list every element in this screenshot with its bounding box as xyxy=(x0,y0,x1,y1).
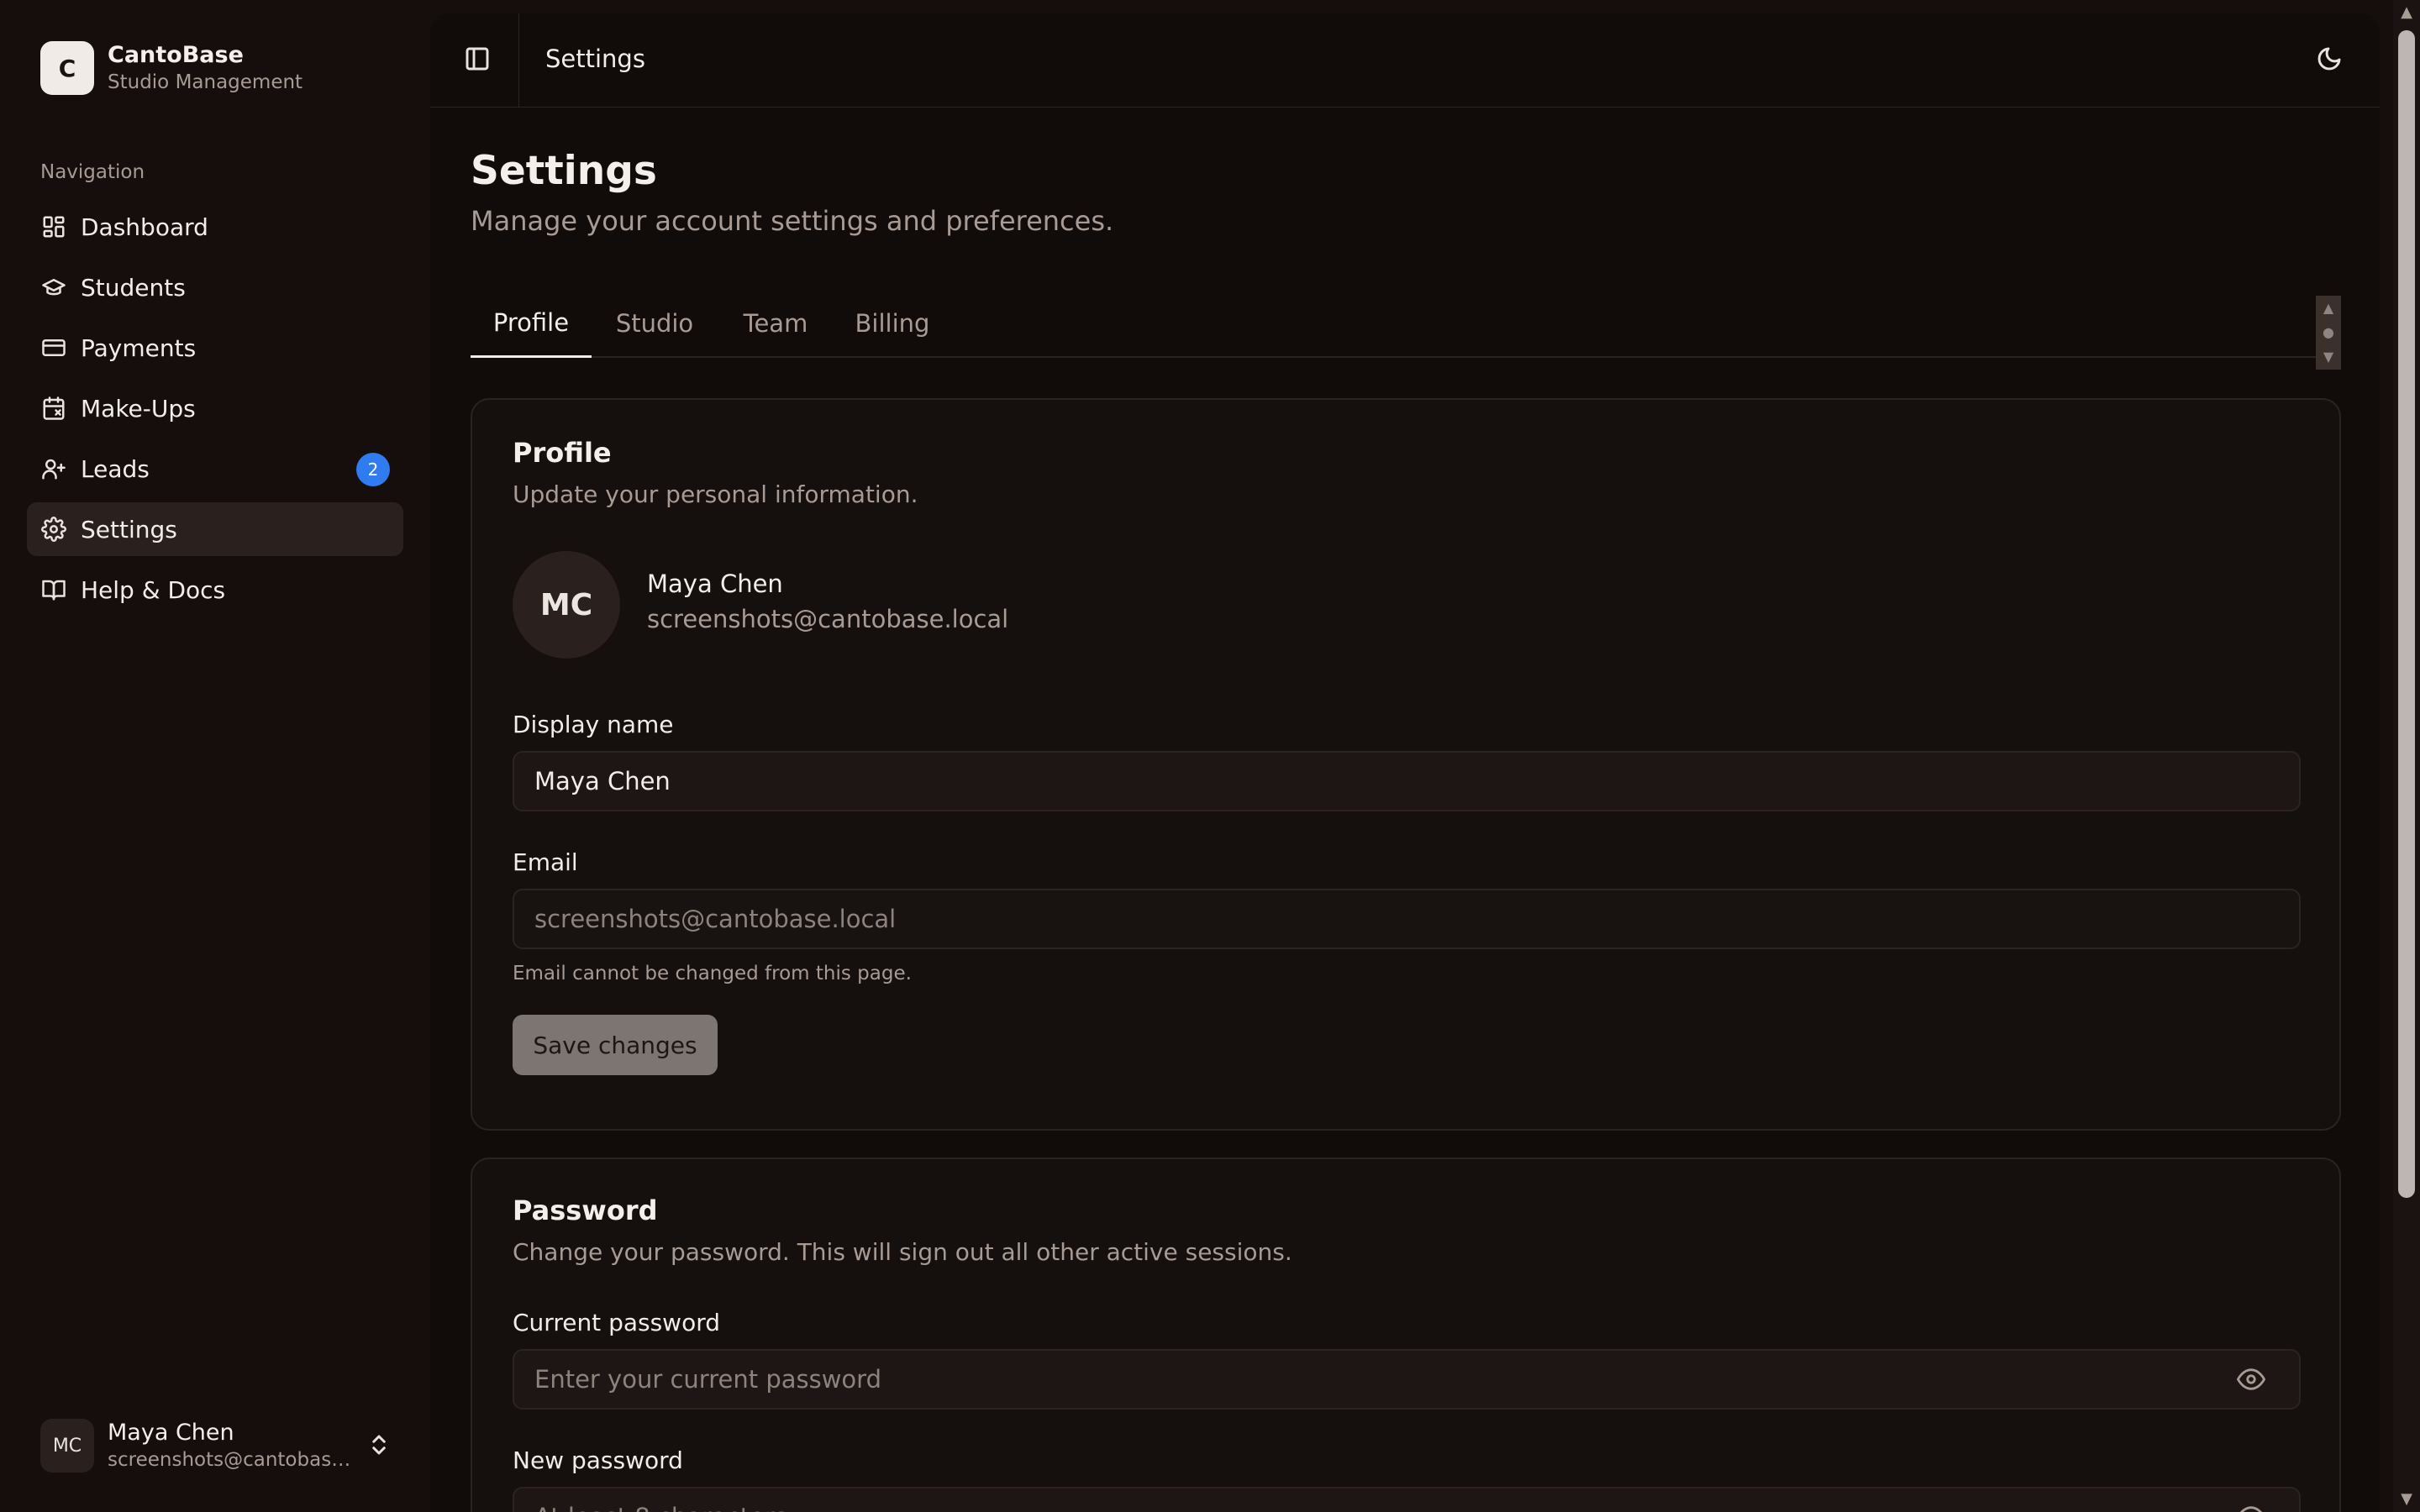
triangle-up-icon[interactable]: ▲ xyxy=(2323,301,2333,315)
page-title: Settings xyxy=(471,148,657,194)
leads-count-badge: 2 xyxy=(356,453,390,486)
sidebar-item-label: Students xyxy=(81,273,186,302)
avatar: MC xyxy=(513,551,620,659)
tab-studio[interactable]: Studio xyxy=(592,289,718,358)
sidebar-item-students[interactable]: Students xyxy=(27,260,403,314)
display-name-label: Display name xyxy=(513,711,674,738)
dashboard-icon xyxy=(40,213,67,240)
scroll-down-arrow-icon[interactable]: ▼ xyxy=(2393,1487,2420,1512)
current-password-input[interactable] xyxy=(513,1349,2301,1410)
password-card-title: Password xyxy=(513,1194,658,1226)
avatar: MC xyxy=(40,1419,94,1473)
tab-team[interactable]: Team xyxy=(718,289,834,358)
profile-card: Profile Update your personal information… xyxy=(471,398,2341,1131)
profile-name: Maya Chen xyxy=(647,570,783,598)
user-name: Maya Chen xyxy=(108,1420,234,1446)
tab-billing[interactable]: Billing xyxy=(834,289,951,358)
sidebar-nav: Dashboard Students Payments Make-Ups Lea… xyxy=(27,200,403,623)
scroll-up-arrow-icon[interactable]: ▲ xyxy=(2393,0,2420,25)
email-field xyxy=(513,889,2301,949)
user-info: Maya Chen screenshots@cantobase.local xyxy=(108,1419,351,1473)
brand-text: CantoBase Studio Management xyxy=(108,41,302,95)
sidebar-item-payments[interactable]: Payments xyxy=(27,321,403,375)
gear-icon xyxy=(40,516,67,543)
settings-tabs: Profile Studio Team Billing ▲ ● ▼ xyxy=(471,289,2341,370)
credit-card-icon xyxy=(40,334,67,361)
email-hint: Email cannot be changed from this page. xyxy=(513,963,912,984)
moon-icon[interactable] xyxy=(2316,45,2346,76)
calendar-icon xyxy=(40,395,67,422)
sidebar: C CantoBase Studio Management Navigation… xyxy=(0,0,430,1512)
user-menu-button[interactable]: MC Maya Chen screenshots@cantobase.local xyxy=(40,1418,393,1473)
sidebar-item-label: Payments xyxy=(81,333,197,362)
new-password-label: New password xyxy=(513,1446,683,1474)
sidebar-item-settings[interactable]: Settings xyxy=(27,502,403,556)
profile-email: screenshots@cantobase.local xyxy=(647,605,1009,633)
sidebar-item-leads[interactable]: Leads 2 xyxy=(27,442,403,496)
tab-profile[interactable]: Profile xyxy=(471,289,592,358)
sidebar-item-make-ups[interactable]: Make-Ups xyxy=(27,381,403,435)
user-plus-icon xyxy=(40,455,67,482)
profile-card-title: Profile xyxy=(513,437,612,469)
profile-card-description: Update your personal information. xyxy=(513,480,918,508)
eye-icon[interactable] xyxy=(2237,1503,2265,1512)
main-panel: Settings Settings Manage your account se… xyxy=(430,13,2380,1512)
dot-icon: ● xyxy=(2323,323,2334,340)
eye-icon[interactable] xyxy=(2237,1365,2265,1394)
chevrons-up-down-icon xyxy=(366,1432,393,1459)
app-window: C CantoBase Studio Management Navigation… xyxy=(0,0,2420,1512)
password-card: Password Change your password. This will… xyxy=(471,1158,2341,1512)
sidebar-item-label: Make-Ups xyxy=(81,394,196,423)
sidebar-item-label: Leads xyxy=(81,454,150,483)
sidebar-toggle-icon[interactable] xyxy=(464,45,494,76)
current-password-label: Current password xyxy=(513,1309,720,1336)
page-scrollbar[interactable]: ▲ ▼ xyxy=(2393,0,2420,1512)
scroll-thumb[interactable] xyxy=(2398,30,2415,1198)
triangle-down-icon[interactable]: ▼ xyxy=(2323,350,2333,364)
topbar: Settings xyxy=(430,13,2380,108)
sidebar-item-label: Settings xyxy=(81,515,177,543)
topbar-divider xyxy=(518,13,519,108)
brand-subtitle: Studio Management xyxy=(108,71,303,93)
user-email: screenshots@cantobase.local xyxy=(108,1449,351,1471)
book-icon xyxy=(40,576,67,603)
sidebar-item-dashboard[interactable]: Dashboard xyxy=(27,200,403,254)
tab-scroll-control[interactable]: ▲ ● ▼ xyxy=(2316,296,2341,370)
brand-logo: C xyxy=(40,41,94,95)
brand[interactable]: C CantoBase Studio Management xyxy=(40,40,302,96)
graduation-cap-icon xyxy=(40,274,67,301)
breadcrumb: Settings xyxy=(545,45,645,73)
sidebar-item-help-docs[interactable]: Help & Docs xyxy=(27,563,403,617)
new-password-input[interactable] xyxy=(513,1487,2301,1512)
brand-name: CantoBase xyxy=(108,42,244,68)
nav-heading: Navigation xyxy=(40,161,145,183)
page-subtitle: Manage your account settings and prefere… xyxy=(471,205,1114,237)
display-name-input[interactable] xyxy=(513,751,2301,811)
password-card-description: Change your password. This will sign out… xyxy=(513,1238,1292,1266)
sidebar-item-label: Help & Docs xyxy=(81,575,226,604)
sidebar-item-label: Dashboard xyxy=(81,213,208,241)
email-label: Email xyxy=(513,848,578,876)
save-button[interactable]: Save changes xyxy=(513,1015,718,1075)
